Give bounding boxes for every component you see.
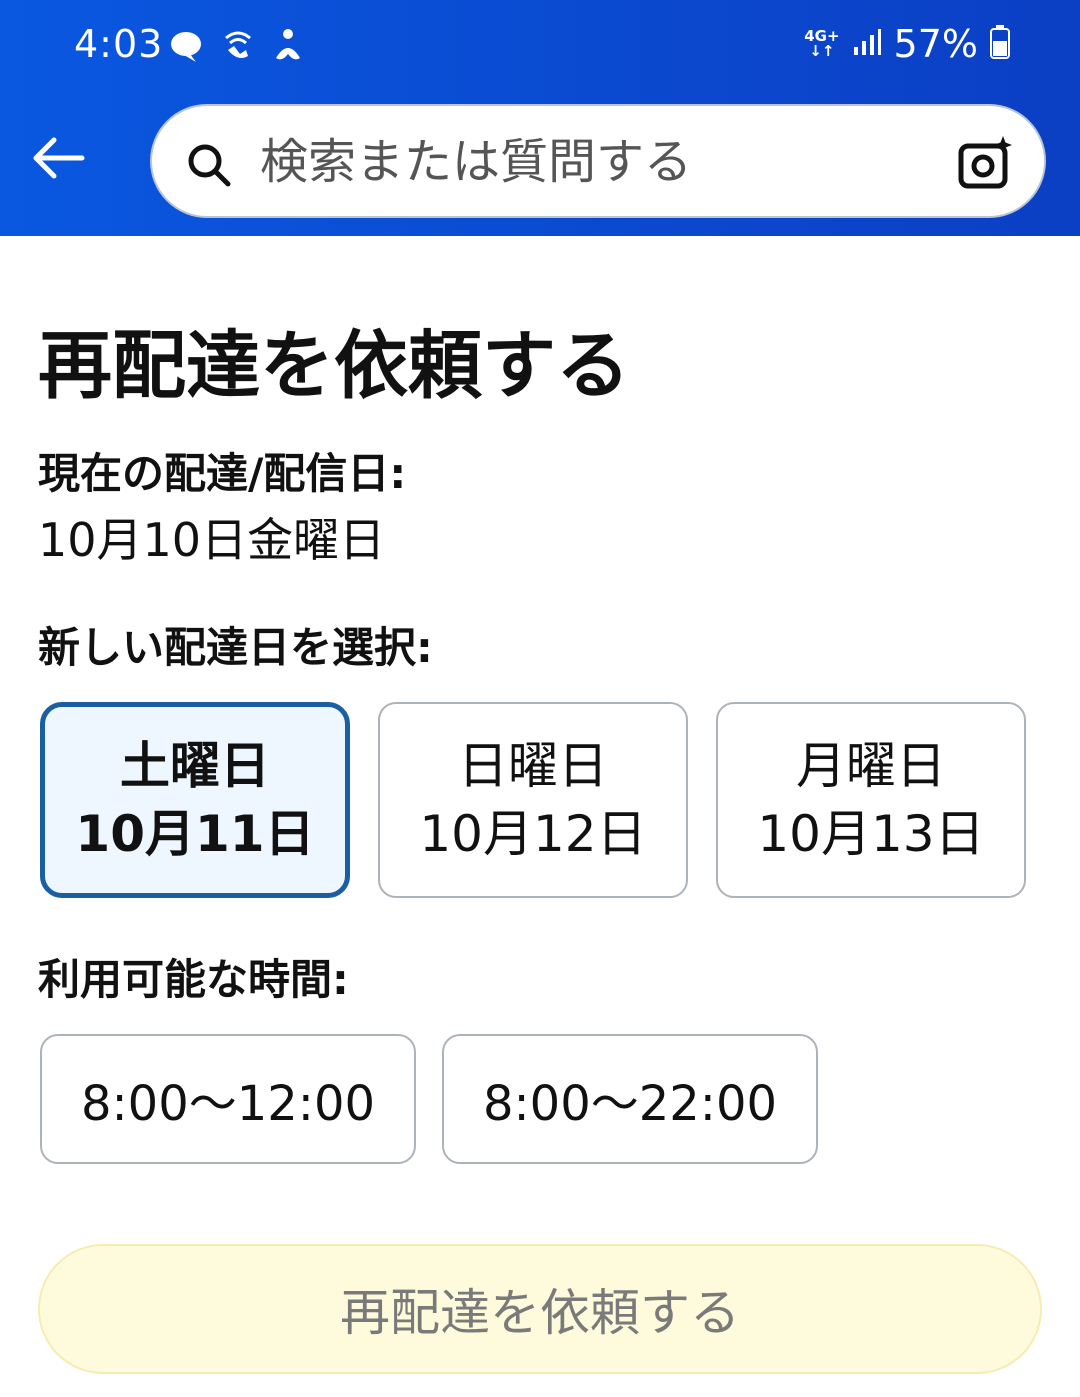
chat-bubble-icon xyxy=(168,28,204,68)
available-time-label: 利用可能な時間: xyxy=(38,955,349,1004)
date-option-dow: 日曜日 xyxy=(458,737,608,795)
accessibility-icon xyxy=(272,28,304,68)
date-option-date: 10月12日 xyxy=(419,805,647,863)
select-date-label: 新しい配達日を選択: xyxy=(38,623,433,672)
data-arrows-icon: ↓↑ xyxy=(809,42,835,60)
back-button[interactable] xyxy=(26,126,90,190)
status-time: 4:03 xyxy=(74,22,164,66)
date-option-dow: 土曜日 xyxy=(120,737,270,795)
request-redelivery-button[interactable]: 再配達を依頼する xyxy=(38,1244,1042,1374)
app-header: 4:03 4G+ ↓↑ 57% 検索または質問する xyxy=(0,0,1080,236)
date-option-saturday[interactable]: 土曜日 10月11日 xyxy=(40,702,350,898)
page-title: 再配達を依頼する xyxy=(38,323,630,409)
camera-sparkle-icon[interactable] xyxy=(958,134,1014,190)
date-option-date: 10月13日 xyxy=(757,805,985,863)
back-arrow-icon xyxy=(33,137,85,179)
date-option-date: 10月11日 xyxy=(75,805,315,863)
network-type: 4G+ ↓↑ xyxy=(804,29,839,59)
search-bar[interactable] xyxy=(150,104,1046,218)
date-option-sunday[interactable]: 日曜日 10月12日 xyxy=(378,702,688,898)
date-option-dow: 月曜日 xyxy=(796,737,946,795)
battery-percent: 57% xyxy=(893,22,978,66)
time-option-allday[interactable]: 8:00〜22:00 xyxy=(442,1034,818,1164)
date-option-monday[interactable]: 月曜日 10月13日 xyxy=(716,702,1026,898)
status-bar: 4:03 4G+ ↓↑ 57% xyxy=(0,0,1080,96)
current-date-label: 現在の配達/配信日: xyxy=(38,449,407,498)
wifi-calling-icon xyxy=(220,28,256,68)
signal-icon xyxy=(852,27,882,61)
time-option-morning[interactable]: 8:00〜12:00 xyxy=(40,1034,416,1164)
status-icons-right: 4G+ ↓↑ 57% xyxy=(804,22,1010,66)
battery-icon xyxy=(990,25,1010,63)
search-icon xyxy=(188,144,231,187)
current-date-value: 10月10日金曜日 xyxy=(38,513,386,567)
search-input[interactable] xyxy=(260,124,940,200)
status-icons-left xyxy=(168,28,304,68)
